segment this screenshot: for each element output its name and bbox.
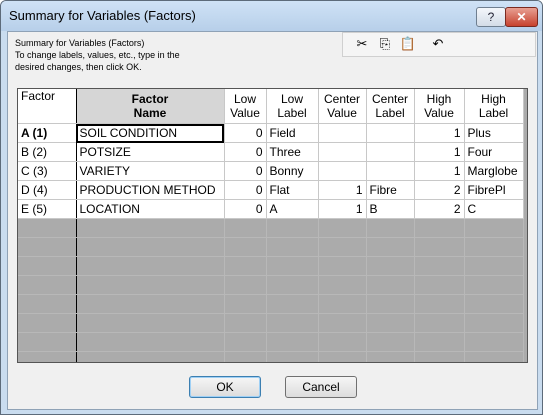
factor-name-cell[interactable]: POTSIZE <box>76 142 225 162</box>
factor-name-cell[interactable]: VARIETY <box>76 161 225 181</box>
paste-icon[interactable]: 📋 <box>399 35 417 53</box>
instructions: Summary for Variables (Factors) To chang… <box>15 37 180 73</box>
center-label-cell[interactable]: Fibre <box>366 180 415 200</box>
factor-cell: C (3) <box>18 161 77 181</box>
header-low-label: Low Label <box>266 89 319 124</box>
instruction-line-2: To change labels, values, etc., type in … <box>15 50 180 60</box>
empty-row <box>18 332 524 352</box>
header-low-value: Low Value <box>224 89 267 124</box>
table-row: E (5) LOCATION 0 A 1 B 2 C <box>18 199 524 219</box>
center-value-cell[interactable] <box>318 142 367 162</box>
factor-cell: D (4) <box>18 180 77 200</box>
low-value-cell[interactable]: 0 <box>224 142 267 162</box>
empty-row <box>18 237 524 257</box>
center-value-cell[interactable] <box>318 161 367 181</box>
high-label-cell[interactable]: FibrePl <box>464 180 524 200</box>
header-row: Factor Factor Name Low Value Low Label Cent… <box>18 89 524 124</box>
empty-row <box>18 313 524 333</box>
high-value-cell[interactable]: 1 <box>414 142 465 162</box>
edit-toolbar: ✂ ⎘ 📋 ↶ <box>342 32 536 57</box>
high-label-cell[interactable]: Marglobe <box>464 161 524 181</box>
high-label-cell[interactable]: C <box>464 199 524 219</box>
instruction-line-1: Summary for Variables (Factors) <box>15 38 145 48</box>
header-factor-name: Factor Name <box>76 89 225 124</box>
header-center-value: Center Value <box>318 89 367 124</box>
center-value-cell[interactable] <box>318 123 367 143</box>
low-value-cell[interactable]: 0 <box>224 123 267 143</box>
copy-icon[interactable]: ⎘ <box>376 35 394 53</box>
cancel-button[interactable]: Cancel <box>285 376 357 398</box>
header-high-value: High Value <box>414 89 465 124</box>
center-label-cell[interactable] <box>366 161 415 181</box>
empty-row <box>18 351 524 362</box>
table-row: C (3) VARIETY 0 Bonny 1 Marglobe <box>18 161 524 181</box>
factor-grid: Factor Factor Name Low Value Low Label Cent… <box>17 88 528 363</box>
header-factor: Factor <box>18 89 77 124</box>
instruction-line-3: desired changes, then click OK. <box>15 62 142 72</box>
high-value-cell[interactable]: 1 <box>414 161 465 181</box>
table-row: D (4) PRODUCTION METHOD 0 Flat 1 Fibre 2… <box>18 180 524 200</box>
table-row: A (1) SOIL CONDITION 0 Field 1 Plus <box>18 123 524 143</box>
empty-row <box>18 294 524 314</box>
ok-button[interactable]: OK <box>189 376 261 398</box>
low-label-cell[interactable]: Bonny <box>266 161 319 181</box>
center-label-cell[interactable]: B <box>366 199 415 219</box>
center-label-cell[interactable] <box>366 142 415 162</box>
center-label-cell[interactable] <box>366 123 415 143</box>
factor-cell: E (5) <box>18 199 77 219</box>
low-label-cell[interactable]: Field <box>266 123 319 143</box>
dialog-body: Summary for Variables (Factors) To chang… <box>7 31 538 410</box>
title-bar: Summary for Variables (Factors) ? ✕ <box>1 1 542 31</box>
header-high-label: High Label <box>464 89 524 124</box>
factor-cell: A (1) <box>18 123 77 143</box>
low-label-cell[interactable]: A <box>266 199 319 219</box>
low-value-cell[interactable]: 0 <box>224 180 267 200</box>
undo-icon[interactable]: ↶ <box>429 35 447 53</box>
high-label-cell[interactable]: Four <box>464 142 524 162</box>
cut-icon[interactable]: ✂ <box>353 35 371 53</box>
center-value-cell[interactable]: 1 <box>318 199 367 219</box>
high-value-cell[interactable]: 2 <box>414 199 465 219</box>
high-value-cell[interactable]: 1 <box>414 123 465 143</box>
window-title: Summary for Variables (Factors) <box>9 8 196 23</box>
low-label-cell[interactable]: Flat <box>266 180 319 200</box>
table-row: B (2) POTSIZE 0 Three 1 Four <box>18 142 524 162</box>
low-value-cell[interactable]: 0 <box>224 161 267 181</box>
high-label-cell[interactable]: Plus <box>464 123 524 143</box>
factor-cell: B (2) <box>18 142 77 162</box>
empty-row <box>18 256 524 276</box>
low-value-cell[interactable]: 0 <box>224 199 267 219</box>
factor-name-cell[interactable]: SOIL CONDITION <box>76 123 225 143</box>
dialog-window: Summary for Variables (Factors) ? ✕ Summ… <box>0 0 543 415</box>
center-value-cell[interactable]: 1 <box>318 180 367 200</box>
close-button[interactable]: ✕ <box>505 7 538 27</box>
factor-name-cell[interactable]: PRODUCTION METHOD <box>76 180 225 200</box>
header-center-label: Center Label <box>366 89 415 124</box>
factor-name-cell[interactable]: LOCATION <box>76 199 225 219</box>
help-button[interactable]: ? <box>476 7 506 27</box>
empty-row <box>18 218 524 238</box>
high-value-cell[interactable]: 2 <box>414 180 465 200</box>
empty-row <box>18 275 524 295</box>
low-label-cell[interactable]: Three <box>266 142 319 162</box>
